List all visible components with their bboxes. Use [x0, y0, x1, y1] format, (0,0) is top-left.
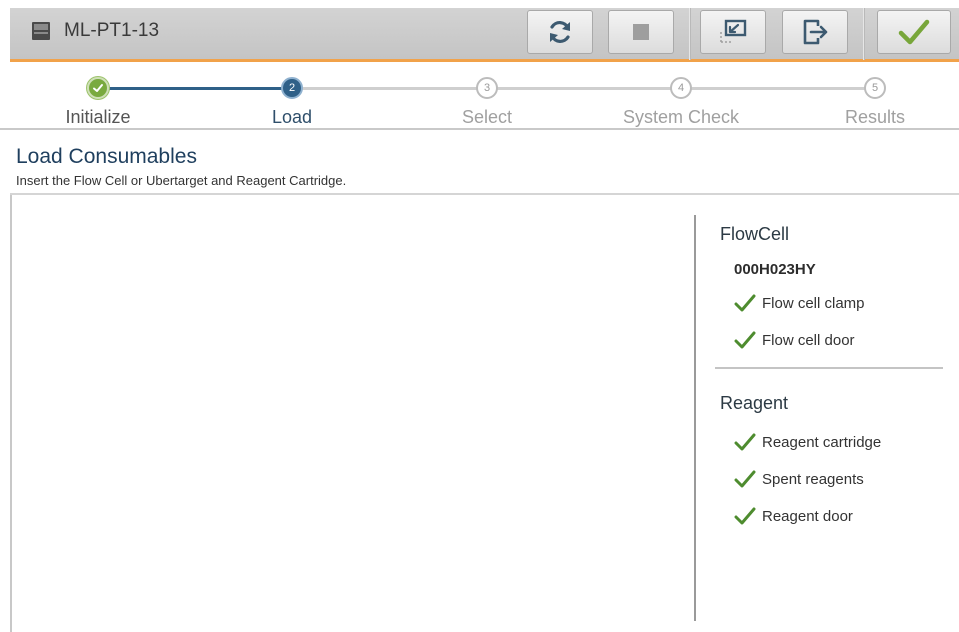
- check-label: Flow cell clamp: [762, 294, 865, 312]
- flowcell-section-title: FlowCell: [720, 224, 790, 244]
- refresh-icon: [550, 21, 570, 43]
- stepper-track-complete: [98, 87, 292, 90]
- instrument-icon: [32, 22, 50, 40]
- flowcell-check-clamp: Flow cell clamp: [734, 292, 865, 314]
- section-divider: [715, 367, 943, 369]
- top-toolbar: ML-PT1-13: [10, 8, 959, 62]
- page-title: Load Consumables: [16, 145, 197, 168]
- step-3-node[interactable]: 3: [476, 77, 498, 99]
- stop-button[interactable]: [608, 10, 674, 54]
- checkmark-icon: [93, 84, 103, 92]
- minimize-button[interactable]: [700, 10, 766, 54]
- step-1-label[interactable]: Initialize: [18, 107, 178, 128]
- check-label: Reagent door: [762, 507, 853, 525]
- checkmark-icon: [734, 433, 756, 451]
- step-2-label[interactable]: Load: [212, 107, 372, 128]
- reagent-check-spent: Spent reagents: [734, 468, 864, 490]
- instrument-name: ML-PT1-13: [64, 20, 160, 41]
- checkmark-icon: [898, 19, 930, 45]
- content-left-border: [10, 195, 12, 632]
- step-5-label[interactable]: Results: [795, 107, 955, 128]
- toolbar-separator: [689, 8, 691, 60]
- step-2-node[interactable]: 2: [281, 77, 303, 99]
- exit-icon: [803, 19, 828, 45]
- status-panel-divider: [694, 215, 696, 621]
- step-4-node[interactable]: 4: [670, 77, 692, 99]
- page-subtitle: Insert the Flow Cell or Ubertarget and R…: [16, 173, 347, 188]
- reagent-check-cartridge: Reagent cartridge: [734, 431, 881, 453]
- step-5-node[interactable]: 5: [864, 77, 886, 99]
- workflow-stepper: Initialize 2 Load 3 Select 4 System Chec…: [0, 64, 959, 130]
- refresh-button[interactable]: [527, 10, 593, 54]
- check-label: Reagent cartridge: [762, 433, 882, 451]
- flowcell-check-door: Flow cell door: [734, 329, 855, 351]
- step-1-node[interactable]: [87, 77, 109, 99]
- flowcell-serial: 000H023HY: [734, 261, 816, 278]
- reagent-check-door: Reagent door: [734, 505, 853, 527]
- confirm-button[interactable]: [877, 10, 951, 54]
- step-4-label[interactable]: System Check: [601, 107, 761, 128]
- checkmark-icon: [734, 331, 756, 349]
- check-label: Spent reagents: [762, 470, 864, 488]
- stepper-track-remaining: [292, 87, 875, 90]
- stop-icon: [633, 24, 649, 40]
- minimize-window-icon: [720, 19, 747, 43]
- exit-button[interactable]: [782, 10, 848, 54]
- toolbar-separator: [863, 8, 865, 60]
- checkmark-icon: [734, 470, 756, 488]
- check-label: Flow cell door: [762, 331, 855, 349]
- checkmark-icon: [734, 294, 756, 312]
- header-divider: [10, 193, 959, 195]
- reagent-section-title: Reagent: [720, 393, 789, 413]
- step-3-label[interactable]: Select: [407, 107, 567, 128]
- checkmark-icon: [734, 507, 756, 525]
